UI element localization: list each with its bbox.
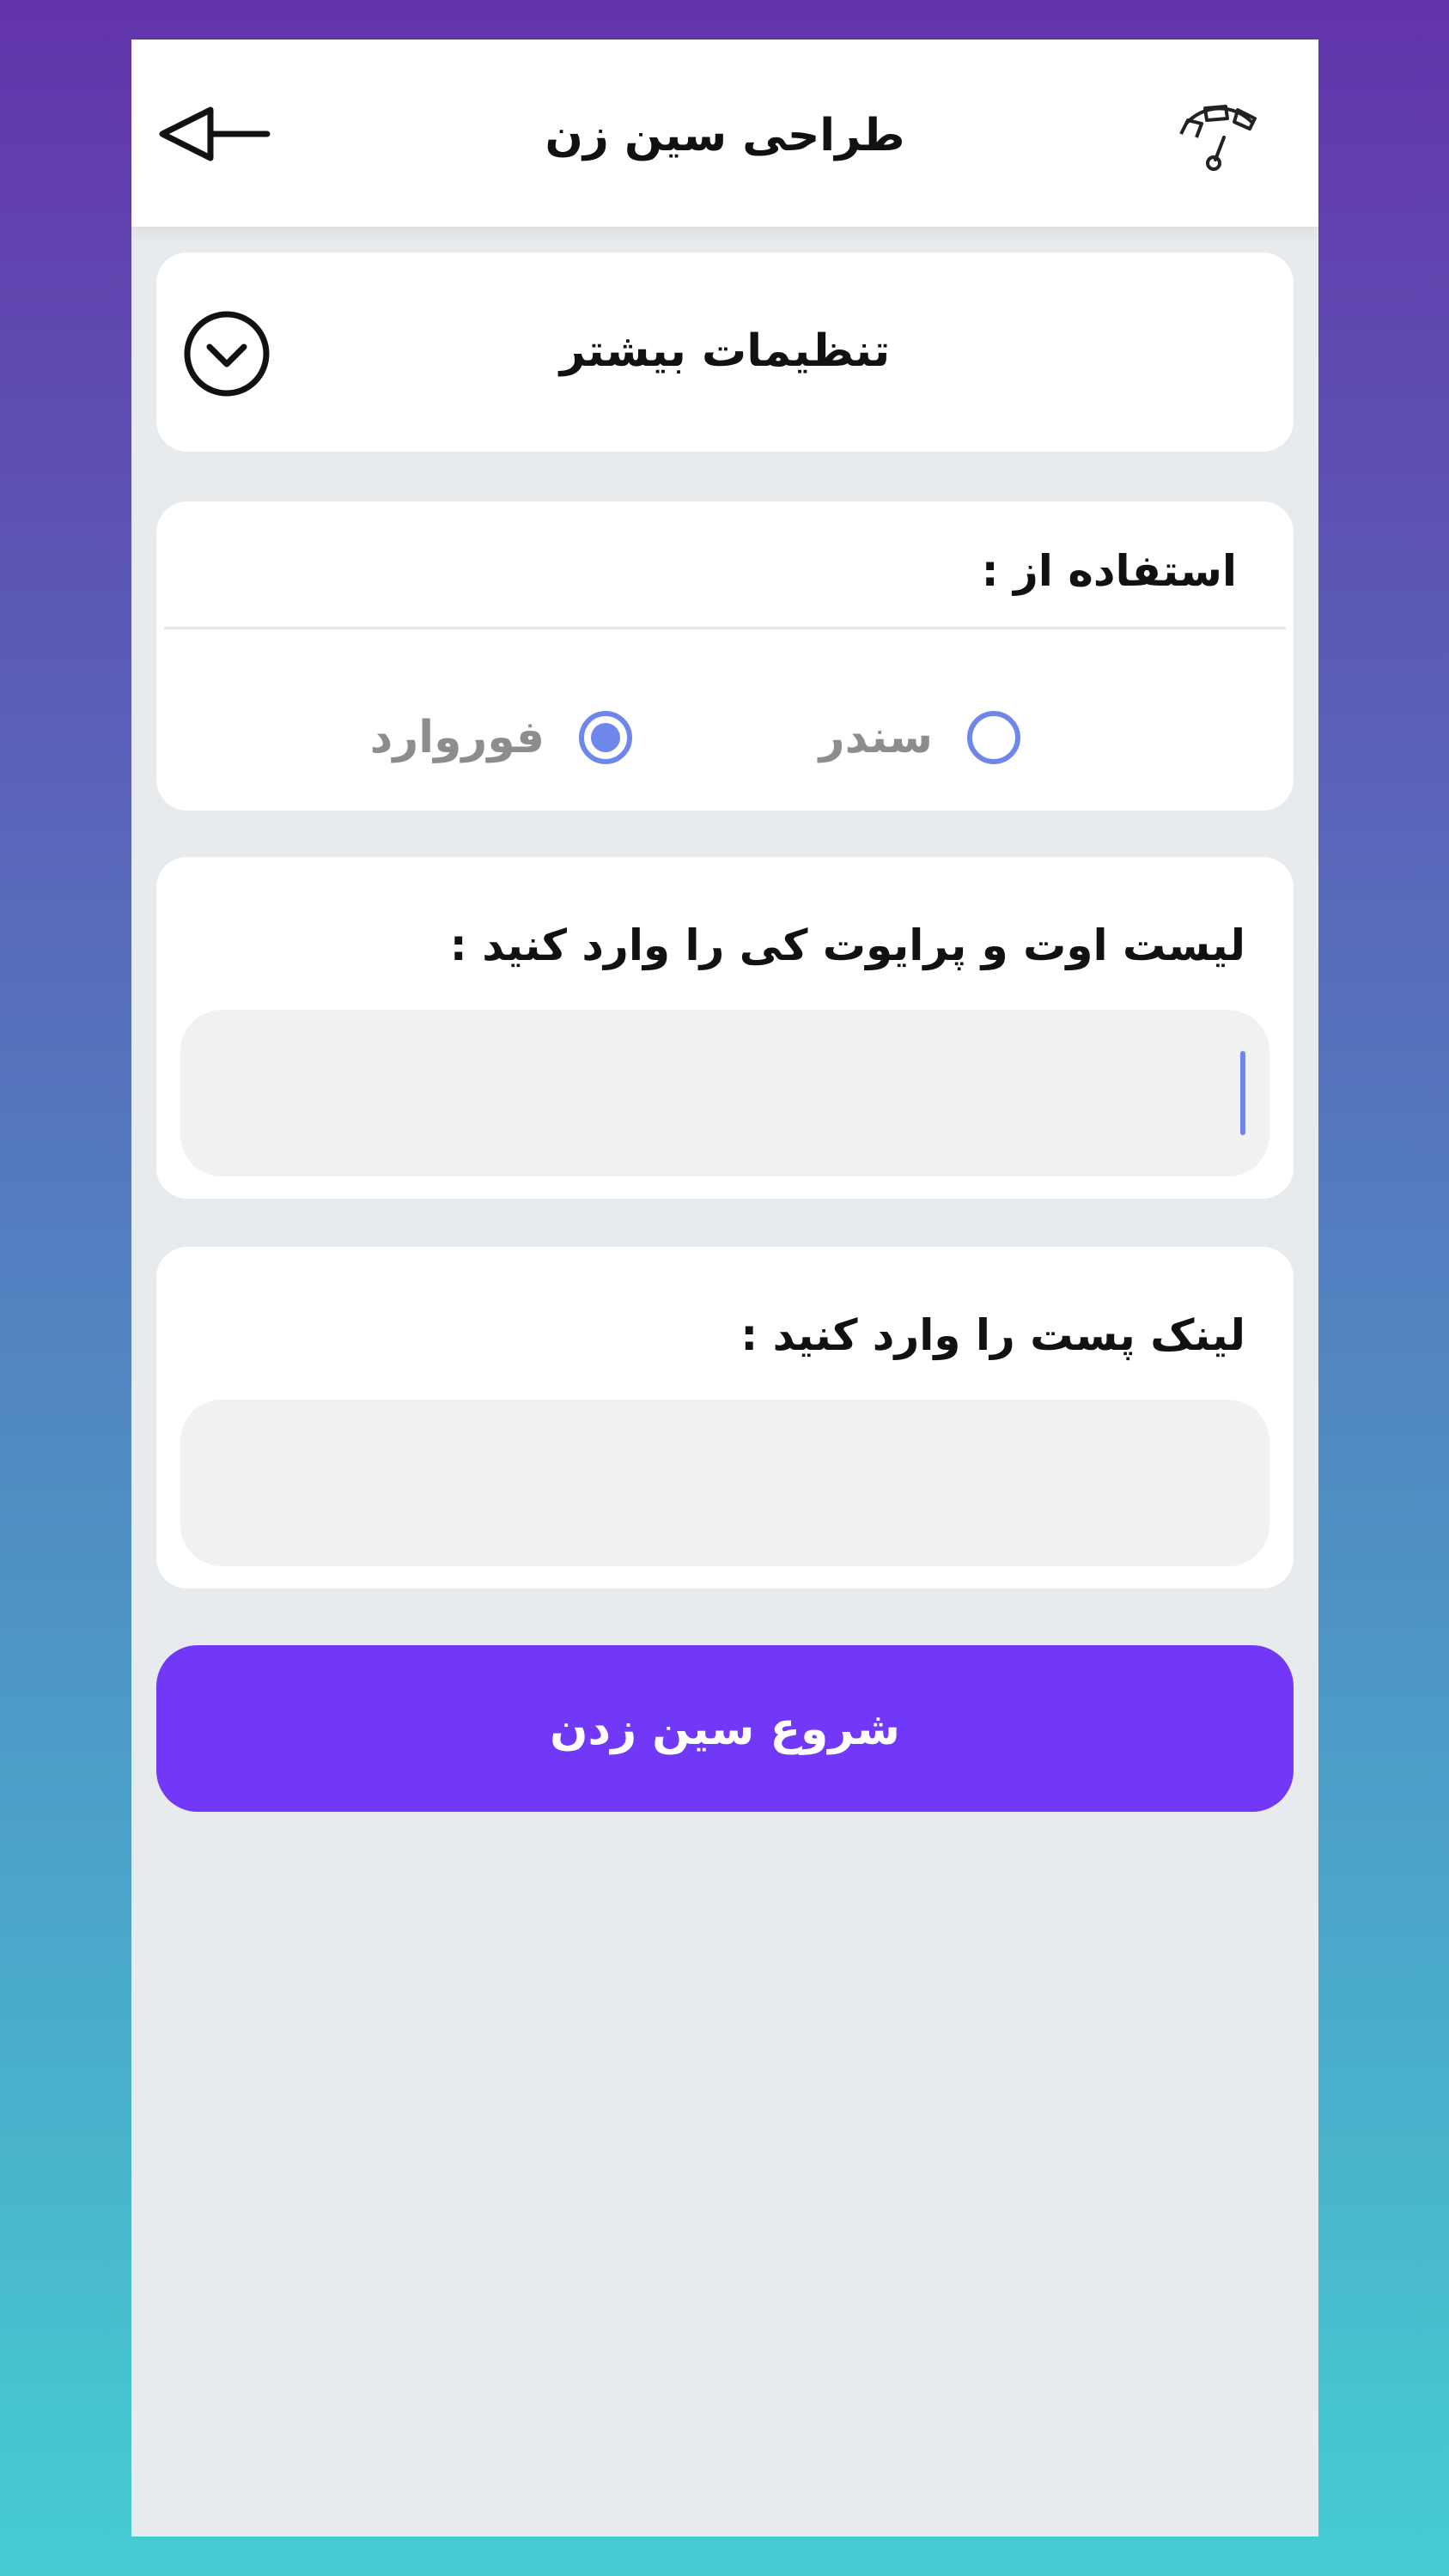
radio-sender-label: سندر <box>819 712 933 763</box>
usage-card: استفاده از : سندر فوروارد <box>156 501 1294 811</box>
radio-sender[interactable]: سندر <box>819 699 1020 776</box>
more-settings-toggle[interactable]: تنظیمات بیشتر <box>156 252 1294 452</box>
private-list-card: لیست اوت و پرایوت کی را وارد کنید : <box>156 857 1294 1199</box>
back-arrow-icon[interactable] <box>150 100 271 168</box>
private-list-input[interactable] <box>180 1010 1269 1176</box>
radio-unchecked-icon <box>967 711 1020 764</box>
post-link-card: لینک پست را وارد کنید : <box>156 1247 1294 1589</box>
start-button[interactable]: شروع سین زدن <box>156 1645 1294 1812</box>
radio-checked-icon <box>579 711 632 764</box>
page-title: طراحی سین زن <box>545 110 905 161</box>
radio-forward[interactable]: فوروارد <box>370 699 632 776</box>
post-link-label: لینک پست را وارد کنید : <box>740 1310 1245 1360</box>
gauge-icon[interactable] <box>1174 98 1265 175</box>
post-link-input[interactable] <box>180 1400 1269 1566</box>
private-list-label: لیست اوت و پرایوت کی را وارد کنید : <box>449 920 1245 970</box>
usage-label: استفاده از : <box>981 546 1237 596</box>
more-settings-label: تنظیمات بیشتر <box>559 325 891 377</box>
app-screen: طراحی سین زن تنظیمات بیشتر استفاده از : … <box>131 39 1318 2537</box>
radio-forward-label: فوروارد <box>369 712 545 763</box>
chevron-down-circle-icon[interactable] <box>182 309 271 398</box>
usage-divider <box>164 627 1286 629</box>
top-bar: طراحی سین زن <box>131 39 1318 227</box>
text-cursor <box>1240 1051 1245 1135</box>
